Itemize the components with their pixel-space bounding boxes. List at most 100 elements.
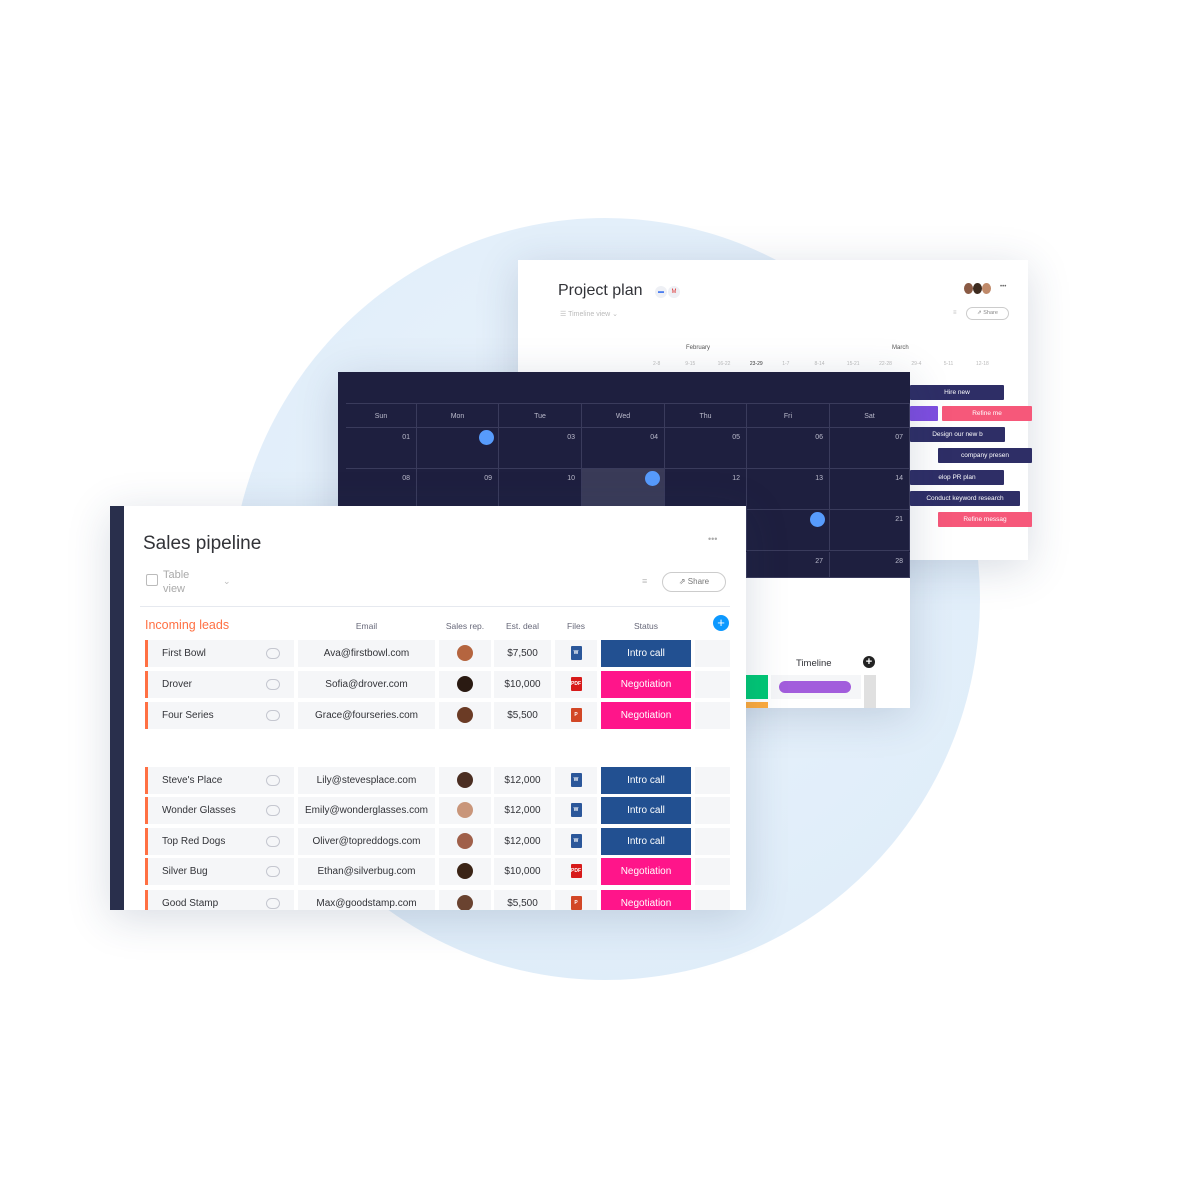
email-cell[interactable]: Sofia@drover.com — [298, 671, 435, 698]
sales-rep-cell[interactable] — [439, 767, 491, 794]
calendar-day[interactable]: 06 — [747, 428, 830, 469]
calendar-day[interactable]: 05 — [665, 428, 747, 469]
empty-cell[interactable] — [695, 640, 730, 667]
status-cell[interactable] — [746, 675, 768, 699]
timeline-cell[interactable] — [771, 675, 861, 699]
files-cell[interactable]: W — [555, 767, 597, 794]
calendar-day[interactable]: 09 — [417, 469, 499, 510]
filter-icon[interactable]: ≡ — [953, 310, 957, 316]
calendar-day[interactable]: 08 — [346, 469, 417, 510]
empty-cell[interactable] — [695, 828, 730, 855]
files-cell[interactable]: P — [555, 702, 597, 729]
calendar-day[interactable] — [747, 510, 830, 551]
calendar-day[interactable]: 10 — [499, 469, 582, 510]
table-row[interactable]: Four Series Grace@fourseries.com $5,500 P Ne… — [110, 702, 746, 729]
table-row[interactable]: Wonder Glasses Emily@wonderglasses.com $12… — [110, 797, 746, 824]
sales-rep-cell[interactable] — [439, 640, 491, 667]
add-column-icon[interactable]: + — [863, 656, 875, 668]
powerpoint-file-icon[interactable]: P — [570, 896, 582, 910]
status-badge[interactable]: Intro call — [601, 767, 691, 794]
sales-rep-cell[interactable] — [439, 797, 491, 824]
add-update-icon[interactable] — [266, 775, 280, 786]
status-badge[interactable]: Intro call — [601, 828, 691, 855]
table-row[interactable]: Good Stamp Max@goodstamp.com $5,500 P Negoti… — [110, 890, 746, 910]
calendar-day[interactable]: 14 — [830, 469, 910, 510]
view-selector[interactable]: ☰ Timeline view ⌄ — [560, 310, 618, 318]
timeline-bar[interactable]: company presen — [938, 448, 1032, 463]
add-update-icon[interactable] — [266, 710, 280, 721]
word-file-icon[interactable]: W — [570, 773, 582, 788]
status-cell[interactable] — [746, 702, 768, 708]
status-badge[interactable]: Negotiation — [601, 858, 691, 885]
word-file-icon[interactable]: W — [570, 646, 582, 661]
event-dot[interactable] — [645, 471, 660, 486]
item-name[interactable]: Four Series — [145, 702, 294, 729]
status-badge[interactable]: Negotiation — [601, 702, 691, 729]
powerpoint-file-icon[interactable]: P — [570, 708, 582, 723]
table-row[interactable]: Top Red Dogs Oliver@topreddogs.com $12,000… — [110, 828, 746, 855]
calendar-day[interactable]: 27 — [747, 552, 830, 578]
add-update-icon[interactable] — [266, 866, 280, 877]
add-update-icon[interactable] — [266, 898, 280, 909]
status-badge[interactable]: Intro call — [601, 640, 691, 667]
share-button[interactable]: ⇗ Share — [966, 307, 1009, 320]
filter-icon[interactable]: ≡ — [642, 576, 647, 586]
calendar-day[interactable]: 21 — [830, 510, 910, 551]
group-title[interactable]: Incoming leads — [145, 618, 229, 632]
event-dot[interactable] — [810, 512, 825, 527]
empty-cell[interactable] — [695, 671, 730, 698]
item-name[interactable]: Good Stamp — [145, 890, 294, 910]
files-cell[interactable]: W — [555, 640, 597, 667]
email-cell[interactable]: Ava@firstbowl.com — [298, 640, 435, 667]
timeline-bar[interactable]: elop PR plan — [910, 470, 1004, 485]
sales-rep-cell[interactable] — [439, 828, 491, 855]
item-name[interactable]: Silver Bug — [145, 858, 294, 885]
table-row[interactable]: Silver Bug Ethan@silverbug.com $10,000 PDF N… — [110, 858, 746, 885]
table-row[interactable]: Drover Sofia@drover.com $10,000 PDF Negotiat… — [110, 671, 746, 698]
files-cell[interactable]: W — [555, 797, 597, 824]
add-update-icon[interactable] — [266, 805, 280, 816]
table-row[interactable]: First Bowl Ava@firstbowl.com $7,500 W Intro … — [110, 640, 746, 667]
email-cell[interactable]: Oliver@topreddogs.com — [298, 828, 435, 855]
timeline-bar[interactable]: Refine me — [942, 406, 1032, 421]
timeline-bar[interactable] — [779, 681, 851, 693]
empty-cell[interactable] — [695, 858, 730, 885]
add-update-icon[interactable] — [266, 679, 280, 690]
share-button[interactable]: ⇗ Share — [662, 572, 726, 592]
add-update-icon[interactable] — [266, 836, 280, 847]
item-name[interactable]: Wonder Glasses — [145, 797, 294, 824]
word-file-icon[interactable]: W — [570, 803, 582, 818]
sales-rep-cell[interactable] — [439, 702, 491, 729]
chevron-down-icon[interactable]: ⌄ — [223, 576, 231, 587]
empty-cell[interactable] — [695, 797, 730, 824]
scrollbar[interactable] — [864, 675, 876, 708]
status-badge[interactable]: Negotiation — [601, 890, 691, 910]
empty-cell[interactable] — [695, 890, 730, 910]
calendar-day[interactable]: 04 — [582, 428, 665, 469]
files-cell[interactable]: PDF — [555, 671, 597, 698]
word-file-icon[interactable]: W — [570, 834, 582, 849]
item-name[interactable]: Steve's Place — [145, 767, 294, 794]
email-cell[interactable]: Ethan@silverbug.com — [298, 858, 435, 885]
status-badge[interactable]: Negotiation — [601, 671, 691, 698]
email-cell[interactable]: Max@goodstamp.com — [298, 890, 435, 910]
calendar-day[interactable]: 13 — [747, 469, 830, 510]
sales-rep-cell[interactable] — [439, 858, 491, 885]
pdf-file-icon[interactable]: PDF — [570, 864, 582, 879]
table-row[interactable]: Steve's Place Lily@stevesplace.com $12,000… — [110, 767, 746, 794]
files-cell[interactable]: P — [555, 890, 597, 910]
more-icon[interactable]: ••• — [1000, 284, 1006, 290]
item-name[interactable]: Drover — [145, 671, 294, 698]
sales-rep-cell[interactable] — [439, 671, 491, 698]
email-cell[interactable]: Emily@wonderglasses.com — [298, 797, 435, 824]
item-name[interactable]: Top Red Dogs — [145, 828, 294, 855]
timeline-bar[interactable]: Hire new — [910, 385, 1004, 400]
empty-cell[interactable] — [695, 767, 730, 794]
status-badge[interactable]: Intro call — [601, 797, 691, 824]
sales-rep-cell[interactable] — [439, 890, 491, 910]
event-dot[interactable] — [479, 430, 494, 445]
calendar-day[interactable] — [417, 428, 499, 469]
calendar-day[interactable]: 12 — [665, 469, 747, 510]
timeline-bar[interactable]: Conduct keyword research — [910, 491, 1020, 506]
view-selector[interactable]: Table view — [163, 568, 203, 596]
